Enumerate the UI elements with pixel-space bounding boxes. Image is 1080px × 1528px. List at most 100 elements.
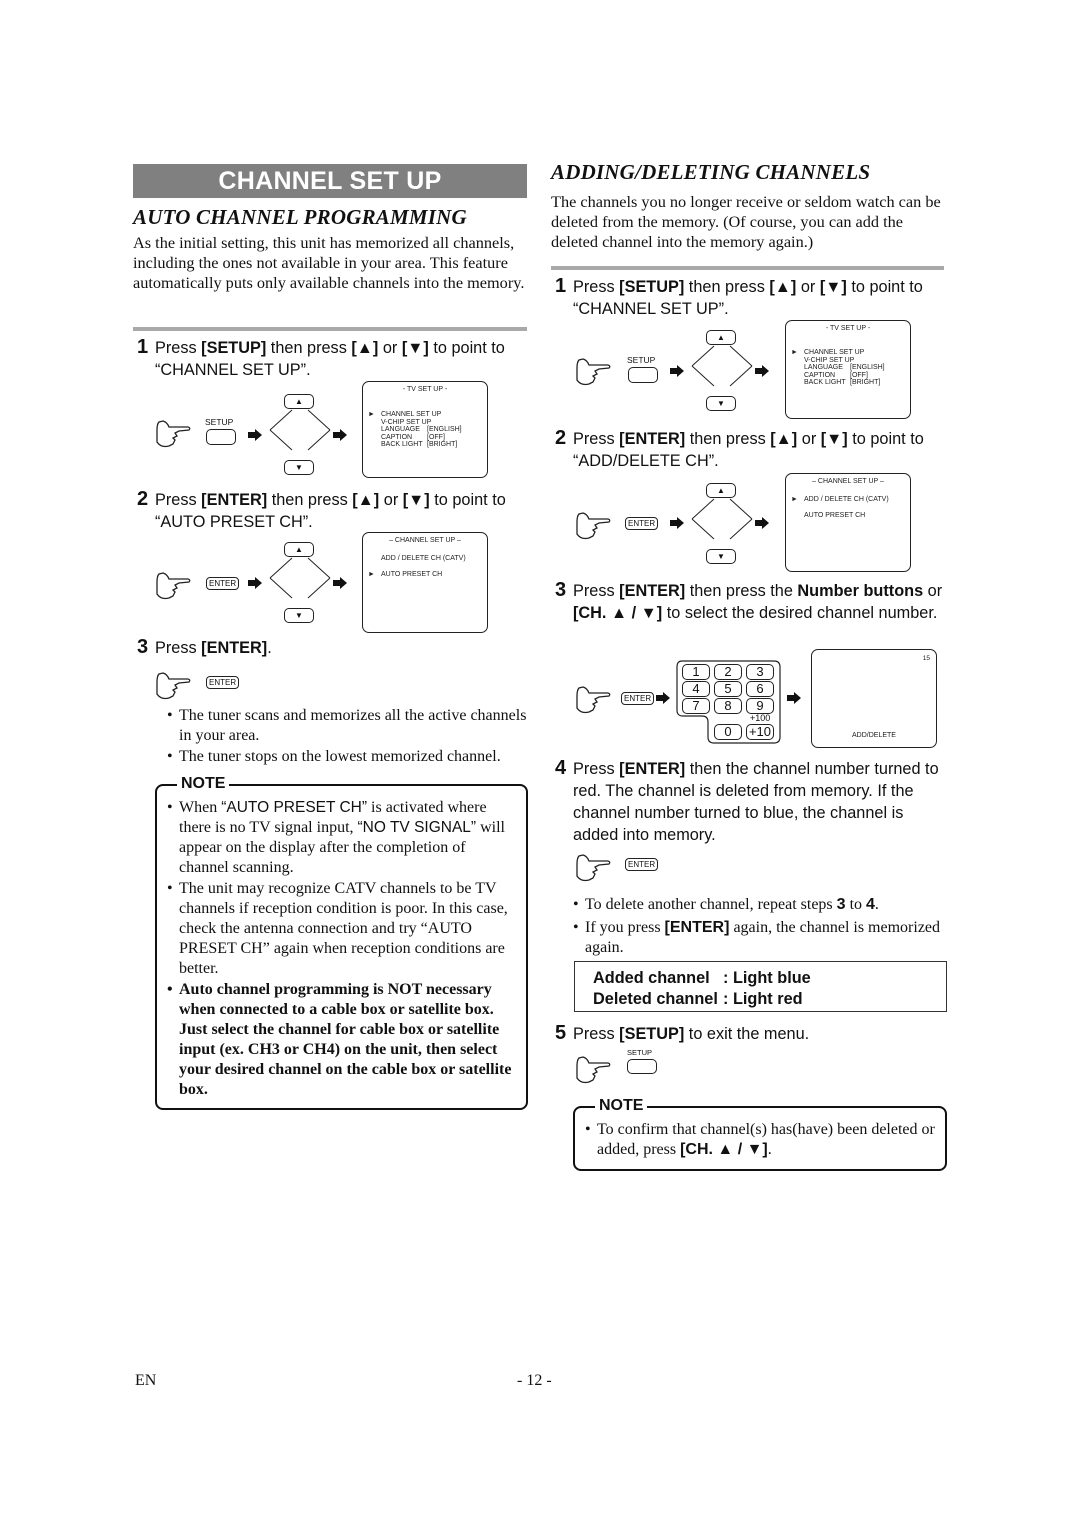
footer-page-number: - 12 - [517,1372,552,1389]
arrow-right-icon [248,429,262,441]
numpad-key-3: 3 [746,664,774,680]
step-number: 3 [555,579,567,601]
step-text: then press [684,278,770,296]
hand-pointer-icon [576,686,611,714]
adding-intro-paragraph: The channels you no longer receive or se… [551,192,941,251]
step-text: to select the desired channel number. [662,604,938,622]
step-text: Press [573,582,620,600]
key-label: [ENTER] [201,639,268,657]
channel-setup-screen: – CHANNEL SET UP – ADD / DELETE CH (CATV… [362,532,488,633]
up-button-icon: ▲ [284,394,314,409]
legend-value: : Light red [723,990,803,1008]
divider [551,266,944,270]
up-button-icon: ▲ [706,483,736,498]
key-label: [▲] [351,339,379,357]
setup-button-icon [627,1059,657,1074]
key-label: [▼] [401,339,429,357]
section-title-adding-deleting: ADDING/DELETING CHANNELS [551,160,871,184]
bullet-text: [ENTER] [664,919,730,936]
menu-item: LANGUAGE [804,364,843,371]
key-label: [CH. ▲ / ▼] [573,604,663,622]
setup-button-label: SETUP [627,355,656,365]
step-number: 1 [137,336,149,358]
step-text: then press [685,430,771,448]
arrow-right-icon [755,517,769,529]
legend-row-deleted: Deleted channel : Light red [593,989,811,1010]
step-text: or [797,430,821,448]
step-number: 4 [555,757,567,779]
channel-setup-screen: – CHANNEL SET UP – ► ADD / DELETE CH (CAT… [785,473,911,572]
arrow-right-icon [333,429,347,441]
cursor-icon: ► [368,411,375,418]
menu-value: [BRIGHT] [427,441,458,448]
legend-label: Added channel [593,969,710,987]
down-button-icon: ▼ [284,460,314,475]
hand-pointer-icon [576,1056,611,1084]
channel-number: 15 [922,655,930,662]
key-label: [SETUP] [619,278,685,296]
note-text: When [179,799,222,816]
note-item: The unit may recognize CATV channels to … [167,879,517,979]
legend-label: Deleted channel [593,990,718,1008]
screen-title: - TV SET UP - [825,325,871,332]
step-text: to exit the menu. [684,1025,810,1043]
screen-title: – CHANNEL SET UP – [812,478,884,485]
step-number: 5 [555,1022,567,1044]
right-step-3: 3 Press [ENTER] then press the Number bu… [555,579,945,624]
color-legend-box: Added channel: Light blue Deleted channe… [574,961,947,1012]
left-bullet-list: The tuner scans and memorizes all the ac… [167,706,527,767]
menu-value: [BRIGHT] [850,379,881,386]
step-number: 2 [137,488,149,510]
note-text: [CH. ▲ / ▼] [680,1141,768,1158]
right-step-1: 1 Press [SETUP] then press [▲] or [▼] to… [555,275,945,320]
left-note-box: NOTE When “AUTO PRESET CH” is activated … [155,774,528,1110]
menu-item: CAPTION [804,371,836,379]
numpad-key-6: 6 [746,681,774,697]
step-text: or [923,582,943,600]
note-label: NOTE [177,774,230,794]
note-item: To confirm that channel(s) has(have) bee… [585,1120,935,1160]
bullet-text: To delete another channel, repeat steps [585,896,837,913]
step-text: Press [573,760,620,778]
numpad-key-5: 5 [714,681,742,697]
up-button-icon: ▲ [706,330,736,345]
note-label: NOTE [595,1096,648,1116]
key-label: [ENTER] [619,760,686,778]
menu-item: CAPTION [381,433,413,441]
arrow-right-icon [656,692,670,704]
step-number: 1 [555,275,567,297]
right-step-2: 2 Press [ENTER] then press [▲] or [▼] to… [555,427,945,472]
enter-button-icon: ENTER [625,517,659,530]
step-text: then press [267,491,353,509]
hand-pointer-icon [576,358,611,386]
bullet-item: The tuner stops on the lowest memorized … [167,747,527,767]
menu-item: CHANNEL SET UP [804,349,865,356]
numpad-key-7: 7 [682,698,710,714]
hand-pointer-icon [576,854,611,882]
menu-item: BACK LIGHT [804,379,846,386]
menu-value: [OFF] [850,371,868,379]
left-step-3: 3 Press [ENTER]. [137,636,272,659]
key-label: [ENTER] [619,430,686,448]
divider [133,327,527,331]
key-label: [▲] [352,491,380,509]
footer-language: EN [135,1372,157,1389]
section-title-auto-channel: AUTO CHANNEL PROGRAMMING [133,205,467,229]
setup-button-label: SETUP [627,1048,653,1057]
menu-item: CHANNEL SET UP [381,411,442,418]
bullet-text: to [845,896,867,913]
step-text: Press [155,639,202,657]
key-label: [ENTER] [619,582,686,600]
numpad-key-plus10: +10 [746,724,774,740]
step-text: or [378,339,402,357]
arrow-right-icon [755,365,769,377]
enter-button-icon: ENTER [206,577,240,590]
setup-button-icon [628,367,658,383]
menu-item: AUTO PRESET CH [804,511,866,519]
key-label: [▲] [770,430,798,448]
numpad-key-2: 2 [714,664,742,680]
bullet-item: If you press [ENTER] again, the channel … [573,918,945,958]
numpad-key-1: 1 [682,664,710,680]
menu-item: V-CHIP SET UP [804,356,855,364]
menu-item: BACK LIGHT [381,441,423,448]
